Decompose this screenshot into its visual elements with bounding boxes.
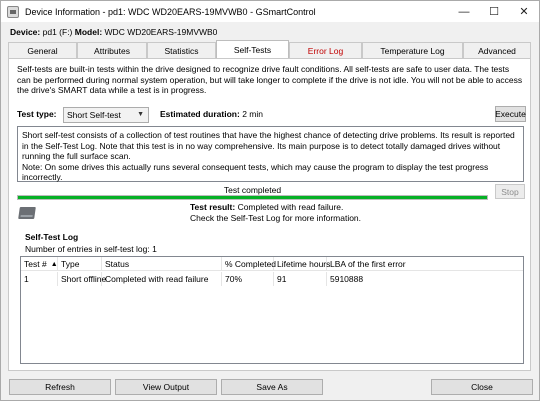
- device-label: Device:: [10, 27, 41, 37]
- column-header-test-number[interactable]: Test # ▲: [21, 257, 58, 271]
- cell-status: Completed with read failure: [102, 272, 222, 286]
- device-value: pd1 (F:): [42, 27, 73, 37]
- maximize-button[interactable]: ☐: [479, 1, 509, 22]
- window-title: Device Information - pd1: WDC WD20EARS-1…: [25, 6, 316, 17]
- model-value: WDC WD20EARS-19MVWB0: [104, 27, 218, 37]
- cell-type: Short offline: [58, 272, 106, 286]
- tab-general[interactable]: General: [8, 42, 77, 59]
- close-window-button[interactable]: ✕: [509, 1, 539, 22]
- progress-fill: [18, 196, 487, 199]
- tab-self-tests[interactable]: Self-Tests: [216, 40, 289, 58]
- result-hint: Check the Self-Test Log for more informa…: [190, 212, 362, 223]
- column-header-lba[interactable]: LBA of the first error: [327, 257, 525, 271]
- test-type-row: Test type: Short Self-test ▼ Estimated d…: [17, 106, 526, 123]
- column-header-status[interactable]: Status: [102, 257, 222, 271]
- execute-button[interactable]: Execute: [495, 106, 526, 122]
- self-test-log-table: Test # ▲ Type Status % Completed Lifetime…: [20, 256, 524, 364]
- description-text: Short self-test consists of a collection…: [22, 130, 515, 182]
- column-header-label: Test #: [24, 259, 47, 269]
- progress-label: Test completed: [223, 185, 282, 195]
- stop-button[interactable]: Stop: [495, 184, 525, 199]
- cell-test-number: 1: [21, 272, 58, 286]
- self-tests-panel: Self-tests are built-in tests within the…: [8, 58, 531, 371]
- device-info-window: Device Information - pd1: WDC WD20EARS-1…: [0, 0, 540, 401]
- test-progress-bar: [17, 195, 488, 200]
- tab-bar: General Attributes Statistics Self-Tests…: [8, 40, 531, 59]
- chevron-down-icon: ▼: [137, 111, 144, 118]
- minimize-button[interactable]: —: [449, 1, 479, 22]
- tab-statistics[interactable]: Statistics: [147, 42, 216, 59]
- save-as-button[interactable]: Save As: [221, 379, 323, 395]
- result-label: Test result:: [190, 202, 236, 212]
- table-header: Test # ▲ Type Status % Completed Lifetime…: [21, 257, 523, 271]
- app-icon: [7, 5, 19, 18]
- table-row[interactable]: 1 Short offline Completed with read fail…: [21, 272, 523, 286]
- cell-lifetime-hours: 91: [274, 272, 327, 286]
- title-bar: Device Information - pd1: WDC WD20EARS-1…: [1, 1, 539, 22]
- result-value: Completed with read failure.: [237, 202, 344, 212]
- device-info-line: Device: pd1 (F:) Model: WDC WD20EARS-19M…: [10, 27, 217, 37]
- duration-label: Estimated duration:: [160, 109, 240, 119]
- test-type-value: Short Self-test: [67, 110, 121, 120]
- tab-error-log[interactable]: Error Log: [289, 42, 362, 59]
- close-button[interactable]: Close: [431, 379, 533, 395]
- sort-up-icon: ▲: [50, 260, 58, 268]
- tab-temperature-log[interactable]: Temperature Log: [362, 42, 463, 59]
- log-entry-count: Number of entries in self-test log: 1: [25, 244, 157, 254]
- column-header-lifetime-hours[interactable]: Lifetime hours: [274, 257, 330, 271]
- test-result: Test result: Completed with read failure…: [190, 202, 361, 223]
- test-type-select[interactable]: Short Self-test ▼: [63, 107, 149, 123]
- view-output-button[interactable]: View Output: [115, 379, 217, 395]
- hard-drive-icon: [18, 207, 36, 219]
- test-type-label: Test type:: [17, 109, 57, 119]
- refresh-button[interactable]: Refresh: [9, 379, 111, 395]
- intro-text: Self-tests are built-in tests within the…: [17, 64, 523, 95]
- self-test-log-title: Self-Test Log: [25, 232, 79, 242]
- duration-value: 2 min: [242, 109, 263, 119]
- column-header-type[interactable]: Type: [58, 257, 102, 271]
- estimated-duration: Estimated duration: 2 min: [160, 109, 263, 119]
- cell-completed: 70%: [222, 272, 274, 286]
- test-description: Short self-test consists of a collection…: [17, 126, 524, 182]
- tab-advanced[interactable]: Advanced: [463, 42, 531, 59]
- tab-attributes[interactable]: Attributes: [77, 42, 147, 59]
- column-header-completed[interactable]: % Completed: [222, 257, 276, 271]
- model-label: Model:: [74, 27, 103, 37]
- cell-lba: 5910888: [330, 274, 364, 284]
